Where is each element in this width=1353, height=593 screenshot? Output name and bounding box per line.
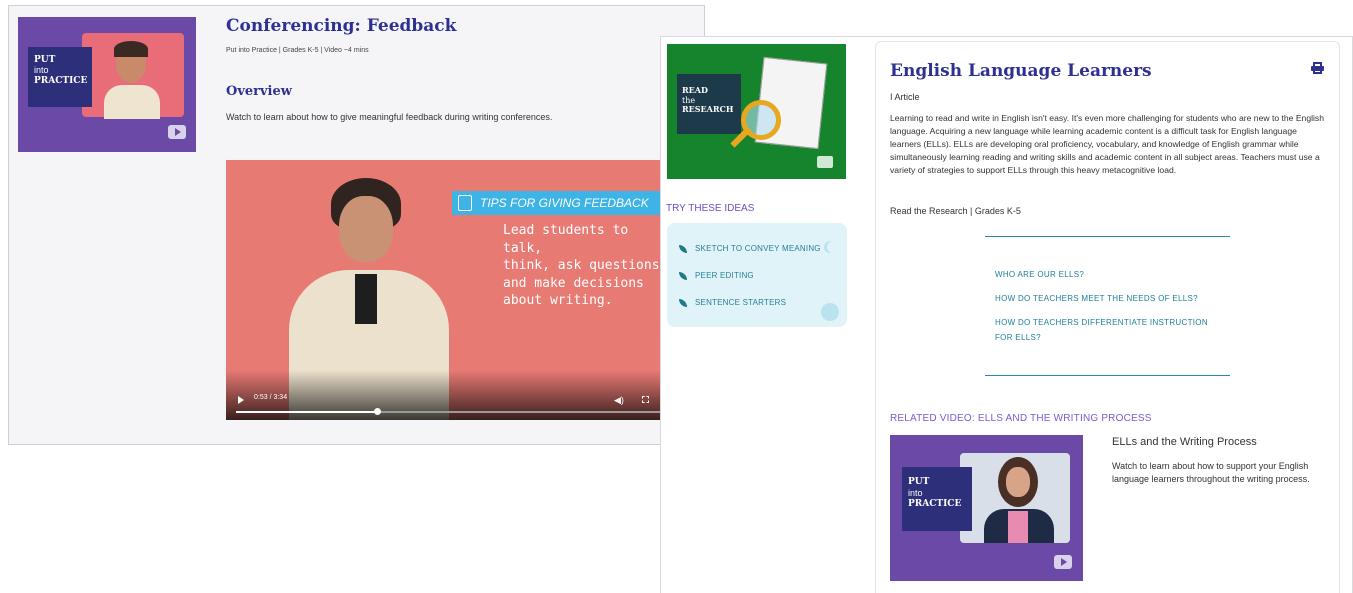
toc-link[interactable]: WHO ARE OUR ELLS?: [995, 270, 1084, 279]
book-icon: [817, 156, 833, 168]
badge-word-practice: PRACTICE: [34, 75, 88, 86]
related-presenter-face: [1006, 467, 1030, 497]
toc-link[interactable]: HOW DO TEACHERS MEET THE NEEDS OF ELLS?: [995, 294, 1198, 303]
play-icon[interactable]: [238, 396, 244, 404]
related-video-heading: RELATED VIDEO: ELLS AND THE WRITING PROC…: [890, 413, 1152, 424]
print-icon[interactable]: [1311, 62, 1324, 74]
toc-divider-bottom: [985, 375, 1230, 376]
leaf-icon: [679, 244, 687, 253]
idea-item[interactable]: SKETCH TO CONVEY MEANING: [679, 244, 821, 253]
fullscreen-icon[interactable]: [642, 396, 649, 403]
volume-icon[interactable]: ◀): [614, 395, 624, 406]
try-ideas-heading: TRY THESE IDEAS: [666, 203, 755, 214]
page-title: Conferencing: Feedback: [226, 16, 457, 36]
presenter-jacket: [104, 85, 160, 119]
notebook-icon: [458, 195, 472, 211]
read-the-research-thumbnail[interactable]: READ the RESEARCH: [667, 44, 846, 179]
badge-word-read: READ: [682, 85, 708, 95]
related-video-title[interactable]: ELLs and the Writing Process: [1112, 436, 1257, 448]
planet-icon: [821, 303, 839, 321]
progress-track[interactable]: [236, 408, 662, 415]
presenter-image: [82, 33, 184, 119]
try-ideas-box: SKETCH TO CONVEY MEANING PEER EDITING SE…: [667, 223, 847, 327]
badge-word-put: PUT: [34, 55, 56, 65]
toc-link[interactable]: FOR ELLS?: [995, 333, 1041, 342]
research-badge: READ the RESEARCH: [677, 74, 741, 134]
badge-word-into: into: [908, 487, 923, 498]
video-time: 0:53 / 3:34: [254, 394, 288, 401]
idea-label: SKETCH TO CONVEY MEANING: [695, 244, 821, 253]
video-play-icon: [168, 125, 186, 139]
related-video-description: Watch to learn about how to support your…: [1112, 461, 1310, 485]
tip-line: think, ask questions,: [503, 258, 662, 274]
toc-divider-top: [985, 236, 1230, 237]
progress-knob[interactable]: [373, 408, 381, 415]
tip-line: Lead students to talk,: [503, 223, 629, 256]
badge-word-put: PUT: [908, 477, 930, 487]
article-title: English Language Learners: [890, 61, 1152, 81]
toc-link[interactable]: HOW DO TEACHERS DIFFERENTIATE INSTRUCTIO…: [995, 318, 1208, 327]
related-video-thumbnail[interactable]: PUT into PRACTICE: [890, 435, 1083, 581]
resource-meta: Put into Practice | Grades K-5 | Video ~…: [226, 47, 369, 54]
idea-item[interactable]: PEER EDITING: [679, 271, 754, 280]
leaf-icon: [679, 271, 687, 280]
progress-fill: [236, 411, 377, 413]
speaker-face: [339, 196, 393, 262]
video-player[interactable]: TIPS FOR GIVING FEEDBACK Lead students t…: [226, 160, 662, 420]
article-meta: Read the Research | Grades K-5: [890, 206, 1021, 216]
related-presenter-image: [960, 453, 1070, 543]
tips-banner-text: TIPS FOR GIVING FEEDBACK: [480, 196, 649, 210]
overview-text: Watch to learn about how to give meaning…: [226, 112, 553, 122]
idea-item[interactable]: SENTENCE STARTERS: [679, 298, 786, 307]
related-badge: PUT into PRACTICE: [902, 467, 972, 531]
put-into-practice-badge: PUT into PRACTICE: [28, 47, 92, 107]
presenter-hair: [114, 41, 148, 57]
tip-line: about writing.: [503, 293, 613, 309]
article-body: Learning to read and write in English is…: [890, 113, 1325, 175]
tips-banner: TIPS FOR GIVING FEEDBACK: [452, 191, 662, 215]
moon-icon: [827, 241, 839, 253]
video-play-icon: [1054, 555, 1072, 569]
tip-overlay-text: Lead students to talk, think, ask questi…: [503, 222, 662, 310]
speaker-shirt: [355, 274, 377, 324]
related-presenter-shirt: [1008, 511, 1028, 543]
badge-word-into: into: [34, 65, 49, 76]
leaf-icon: [679, 298, 687, 307]
video-controls: 0:53 / 3:34 ◀): [226, 370, 662, 420]
article-type: I Article: [890, 92, 920, 102]
badge-word-research: RESEARCH: [682, 104, 734, 115]
badge-word-practice: PRACTICE: [908, 498, 962, 509]
idea-label: SENTENCE STARTERS: [695, 298, 787, 307]
put-into-practice-thumbnail[interactable]: PUT into PRACTICE: [18, 17, 196, 152]
tip-line: and make decisions: [503, 275, 644, 291]
idea-label: PEER EDITING: [695, 271, 754, 280]
overview-heading: Overview: [226, 84, 292, 99]
